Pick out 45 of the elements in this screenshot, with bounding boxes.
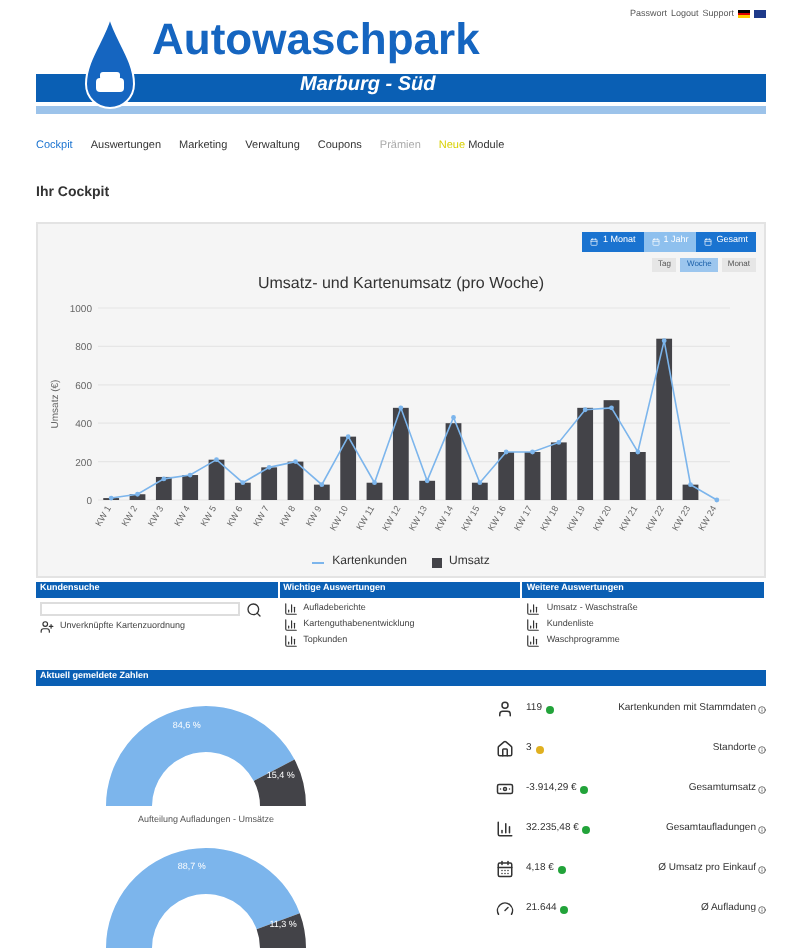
german-flag-icon[interactable] <box>738 10 750 19</box>
bar <box>444 422 461 499</box>
logo-title: Autowaschpark <box>152 18 480 62</box>
bar <box>154 475 171 499</box>
chart-icon <box>496 820 514 838</box>
bar <box>470 481 487 499</box>
info-icon[interactable] <box>758 825 766 833</box>
calendar-icon <box>651 237 660 245</box>
info-icon[interactable] <box>758 905 766 913</box>
home-icon <box>496 740 514 758</box>
info-icon[interactable] <box>758 865 766 873</box>
info-icon[interactable] <box>758 785 766 793</box>
calendar-icon <box>496 860 514 878</box>
search-field[interactable] <box>40 602 240 616</box>
bar <box>523 451 540 499</box>
bar <box>339 435 356 499</box>
bar <box>260 466 277 499</box>
bar <box>628 451 645 499</box>
bar <box>181 474 198 499</box>
user-icon <box>40 619 54 633</box>
bar <box>655 337 672 499</box>
legend-square-icon <box>431 557 442 567</box>
bar <box>391 406 408 499</box>
bar <box>207 458 224 499</box>
legend-line-icon <box>312 561 325 563</box>
bar <box>233 481 250 499</box>
info-icon[interactable] <box>758 745 766 753</box>
calendar-icon <box>590 237 599 245</box>
chart-title: Umsatz- und Kartenumsatz (pro Woche) <box>257 271 544 295</box>
bar <box>418 479 435 499</box>
bar <box>602 399 619 499</box>
search-icon[interactable] <box>246 601 262 617</box>
bar <box>312 483 329 499</box>
money-icon <box>496 780 514 798</box>
bar <box>497 451 514 499</box>
info-icon[interactable] <box>758 705 766 713</box>
user-icon <box>496 700 514 718</box>
water-drop-car-logo-icon <box>84 16 136 112</box>
bar <box>365 481 382 499</box>
calendar-icon <box>704 237 713 245</box>
bar <box>576 406 593 499</box>
gauge-icon <box>496 900 514 918</box>
uk-flag-icon[interactable] <box>754 10 766 19</box>
logo-subtitle: Marburg - Süd <box>300 76 436 96</box>
bar <box>549 441 566 499</box>
